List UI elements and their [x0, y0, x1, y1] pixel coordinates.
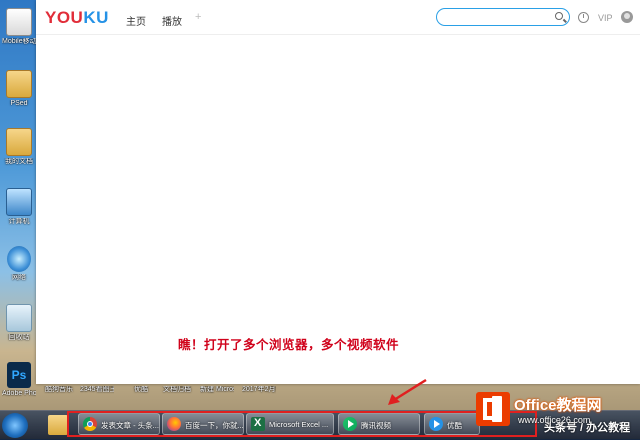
search-input[interactable]	[436, 8, 570, 26]
desktop-icon-mobile[interactable]: Mobile移动	[2, 8, 36, 46]
folder-icon	[6, 70, 32, 98]
logo-text-ku: KU	[83, 8, 109, 27]
taskbar-highlight-box	[67, 411, 537, 437]
desktop-icon-label: Mobile移动	[2, 38, 36, 45]
desktop-icon-label: 计算机	[8, 218, 30, 225]
desktop-icon-label: 回收站	[8, 334, 30, 341]
folder-icon	[6, 128, 32, 156]
desktop-icon-documents[interactable]: 我的文档	[2, 128, 36, 166]
desktop-icon-network[interactable]: 网络	[2, 246, 36, 282]
desktop-icon-youku[interactable]: 优酷	[124, 386, 158, 394]
desktop-icon-label: Adobe Photosh...	[2, 390, 36, 397]
network-icon	[7, 246, 31, 272]
desktop-icon-excel-2017[interactable]: 2017年2月份签...	[242, 386, 276, 394]
history-clock-icon[interactable]	[578, 12, 589, 23]
desktop-icon-label: PSed	[10, 100, 28, 107]
recycle-bin-icon	[6, 304, 32, 332]
desktop-icon-new-excel[interactable]: 新建 Microsoft...	[200, 386, 234, 394]
youku-header: YOUKU 主页 播放 + VIP	[36, 0, 640, 35]
browser-window: YOUKU 主页 播放 + VIP	[36, 0, 640, 384]
desktop-icon-kugou[interactable]: 酷狗音乐	[42, 386, 76, 394]
document-icon	[6, 8, 32, 36]
nav-add-icon[interactable]: +	[195, 11, 201, 23]
desktop-icon-psed[interactable]: PSed	[2, 70, 36, 108]
desktop-icon-2345[interactable]: 2345看图王	[80, 386, 114, 394]
start-button[interactable]	[2, 413, 28, 438]
watermark-title: Office教程网	[514, 397, 602, 414]
vip-link[interactable]: VIP	[598, 13, 613, 23]
youku-logo[interactable]: YOUKU	[45, 8, 109, 28]
office-logo-icon	[476, 392, 510, 426]
desktop-icon-label: 我的文档	[5, 158, 33, 165]
computer-icon	[6, 188, 32, 216]
desktop-icon-photoshop[interactable]: Ps Adobe Photosh...	[2, 362, 36, 398]
page-content	[36, 35, 640, 384]
desktop-icon-archive[interactable]: 文档归档	[160, 386, 194, 394]
annotation-arrow-icon	[388, 378, 427, 405]
logo-text-you: YOU	[45, 8, 84, 27]
desktop-icon-recycle-bin[interactable]: 回收站	[2, 304, 36, 342]
avatar[interactable]	[621, 11, 633, 23]
desktop-icon-label: 网络	[12, 274, 26, 281]
nav-home[interactable]: 主页	[126, 13, 146, 28]
explorer-icon[interactable]	[48, 415, 68, 435]
desktop-icon-computer[interactable]: 计算机	[2, 188, 36, 226]
office-watermark: Office教程网 www.office26.com	[476, 388, 640, 434]
nav-play[interactable]: 播放	[162, 13, 182, 28]
search-icon[interactable]	[555, 12, 563, 20]
watermark-url: www.office26.com	[518, 415, 591, 425]
annotation-text: 瞧！打开了多个浏览器，多个视频软件	[178, 338, 400, 352]
photoshop-icon: Ps	[7, 362, 31, 388]
